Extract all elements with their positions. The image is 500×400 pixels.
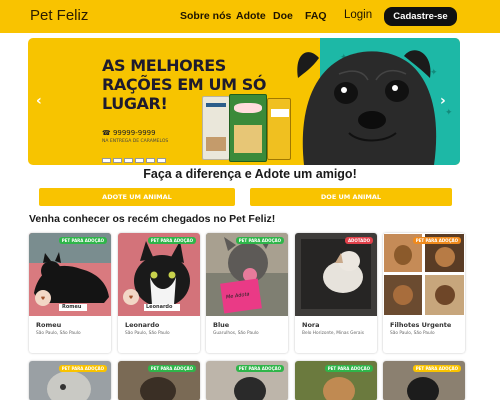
svg-text:♥: ♥ [41,296,46,302]
pet-location: São Paulo, São Paulo [125,331,170,336]
paw-icon: ✦ [445,108,453,118]
pet-card[interactable]: ♥ Romeu PET PARA ADOÇÃO Romeu São Paulo,… [29,233,111,353]
pet-location: Guarulhos, São Paulo [213,331,259,336]
pet-photo: Me Adota [206,233,288,316]
nav-doe[interactable]: Doe [273,10,293,22]
pet-photo [383,233,465,316]
top-header: Pet Feliz Sobre nós Adote Doe FAQ Login … [0,0,500,33]
status-badge: PET PARA ADOÇÃO [58,365,107,372]
nav-sobre-nos[interactable]: Sobre nós [180,10,231,22]
donate-animal-button[interactable]: DOE UM ANIMAL [250,188,452,206]
pet-name: Nora [302,321,320,329]
pet-photo: ♥ Leonardo [118,233,200,316]
card-icon [102,158,111,163]
pet-name: Romeu [36,321,62,329]
food-bag-image [229,94,267,162]
adopt-animal-button[interactable]: ADOTE UM ANIMAL [39,188,235,206]
pet-card[interactable]: PET PARA ADOÇÃO [118,361,200,400]
nav-faq[interactable]: FAQ [305,10,327,22]
pet-name: Leonardo [125,321,160,329]
pet-card[interactable]: PET PARA ADOÇÃO [29,361,111,400]
recent-arrivals-heading: Venha conhecer os recém chegados no Pet … [29,213,276,225]
banner-phone: ☎ 99999-9999 [102,129,156,137]
pet-card[interactable]: Me Adota PET PARA ADOÇÃO Blue Guarulhos,… [206,233,288,353]
pet-location: Belo Horizonte, Minas Gerais [302,331,364,336]
promo-banner[interactable]: ✦ ✦ ✦ ✦ AS MELHORES RAÇÕES EM UM SÓ LUGA… [28,38,460,165]
pet-card[interactable]: PET PARA ADOÇÃO [383,361,465,400]
svg-text:♥: ♥ [129,295,134,301]
pet-location: São Paulo, São Paulo [36,331,81,336]
status-badge: ADOTADO [344,237,373,244]
pet-card[interactable]: ♥ Leonardo PET PARA ADOÇÃO Leonardo São … [118,233,200,353]
status-badge: PET PARA ADOÇÃO [412,237,461,244]
status-badge: PET PARA ADOÇÃO [147,237,196,244]
status-badge: PET PARA ADOÇÃO [324,365,373,372]
site-logo[interactable]: Pet Feliz [30,7,88,24]
food-bag-image [202,96,230,160]
pet-name: Blue [213,321,230,329]
status-badge: PET PARA ADOÇÃO [235,237,284,244]
pet-card[interactable]: ADOTADO Nora Belo Horizonte, Minas Gerai… [295,233,377,353]
banner-prev-arrow[interactable]: ‹ [36,93,42,109]
nav-adote[interactable]: Adote [236,10,266,22]
card-icon [113,158,122,163]
card-icon [124,158,133,163]
status-badge: PET PARA ADOÇÃO [147,365,196,372]
card-icon [157,158,166,163]
login-link[interactable]: Login [344,9,372,21]
status-badge: PET PARA ADOÇÃO [412,365,461,372]
pet-card[interactable]: PET PARA ADOÇÃO [206,361,288,400]
pet-name: Filhotes Urgente [390,321,452,329]
banner-next-arrow[interactable]: › [440,93,446,109]
pet-photo: ♥ Romeu [29,233,111,316]
status-badge: PET PARA ADOÇÃO [235,365,284,372]
status-badge: PET PARA ADOÇÃO [58,237,107,244]
adopt-heading: Faça a diferença e Adote um amigo! [143,167,357,181]
pug-image [297,50,437,165]
signup-button[interactable]: Cadastre-se [384,7,457,26]
payment-icons [102,148,168,165]
card-icon [135,158,144,163]
pet-location: São Paulo, São Paulo [390,331,435,336]
banner-subtext: NA ENTREGA DE CARAMELOS [102,139,169,144]
pet-card[interactable]: PET PARA ADOÇÃO [295,361,377,400]
card-icon [146,158,155,163]
pet-photo [295,233,377,316]
pet-photo-label: Romeu [62,304,82,310]
pet-photo-label: Leonardo [146,304,173,310]
pet-card[interactable]: PET PARA ADOÇÃO Filhotes Urgente São Pau… [383,233,465,353]
